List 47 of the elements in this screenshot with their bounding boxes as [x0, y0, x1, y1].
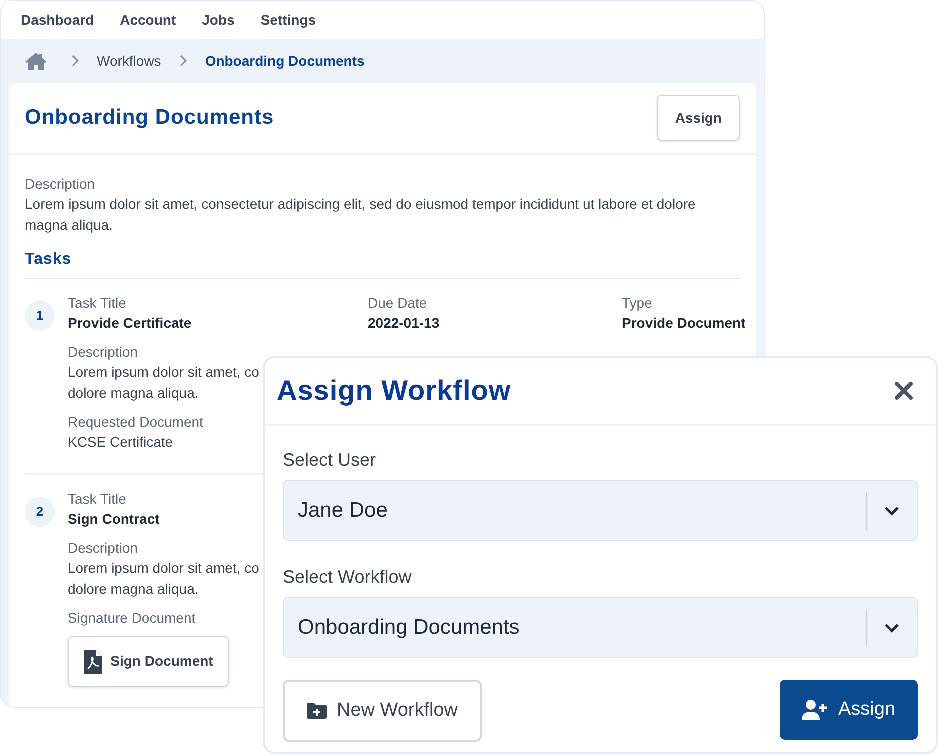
nav-link[interactable]: Jobs — [202, 10, 235, 31]
description-text: Lorem ipsum dolor sit amet, co — [68, 559, 260, 578]
tasks-heading: Tasks — [25, 248, 740, 279]
nav-link[interactable]: Dashboard — [21, 10, 94, 31]
field-value: Provide Document — [622, 314, 746, 333]
select-field[interactable]: Jane Doe — [283, 480, 918, 541]
chevron-down-icon — [884, 622, 900, 632]
pdf-file-icon — [84, 650, 102, 674]
field-label: Task Title — [68, 490, 126, 509]
folder-plus-icon — [306, 703, 327, 719]
description-label: Description — [25, 175, 96, 194]
field-value: 2022-01-13 — [368, 314, 440, 333]
chevron-right-icon — [179, 55, 188, 68]
document-name: KCSE Certificate — [68, 433, 174, 452]
field-label: Select Workflow — [283, 566, 413, 589]
description-text: dolore magna aliqua. — [68, 580, 199, 599]
breadcrumb-link[interactable]: Workflows — [97, 50, 162, 72]
field-label: Type — [622, 294, 652, 313]
new-workflow-button[interactable]: New Workflow — [283, 680, 482, 742]
assign-button[interactable]: Assign — [657, 95, 740, 141]
field-label: Due Date — [368, 294, 428, 313]
select-field[interactable]: Onboarding Documents — [283, 597, 918, 658]
breadcrumb-link[interactable]: Onboarding Documents — [205, 50, 365, 72]
close-icon[interactable] — [894, 381, 914, 401]
description-text: Lorem ipsum dolor sit amet, consectetur adipiscing elit, sed do eiusmod tempor incididunt ut labore et dolore magna aliqua. — [25, 195, 697, 235]
sign-document-button[interactable]: Sign Document — [68, 636, 229, 687]
document-label: Signature Document — [68, 609, 196, 628]
field-value: Sign Contract — [68, 510, 160, 529]
field-value: Provide Certificate — [68, 314, 192, 333]
chevron-down-icon — [884, 506, 900, 516]
field-label: Task Title — [68, 294, 126, 313]
nav-link[interactable]: Settings — [260, 10, 316, 31]
description-text: Lorem ipsum dolor sit amet, co — [68, 363, 260, 382]
add-user-icon — [802, 700, 828, 720]
home-icon[interactable] — [25, 52, 47, 70]
page-title: Onboarding Documents — [25, 105, 274, 132]
chevron-right-icon — [71, 55, 79, 68]
document-label: Requested Document — [68, 413, 204, 432]
dialog-title: Assign Workflow — [277, 374, 512, 408]
description-text: dolore magna aliqua. — [68, 384, 199, 403]
assign-button[interactable]: Assign — [780, 680, 918, 740]
task-number: 2 — [25, 497, 55, 527]
field-label: Select User — [283, 449, 378, 472]
description-label: Description — [68, 539, 138, 558]
task-number: 1 — [25, 301, 55, 331]
nav-link[interactable]: Account — [120, 10, 176, 31]
description-label: Description — [68, 343, 138, 362]
